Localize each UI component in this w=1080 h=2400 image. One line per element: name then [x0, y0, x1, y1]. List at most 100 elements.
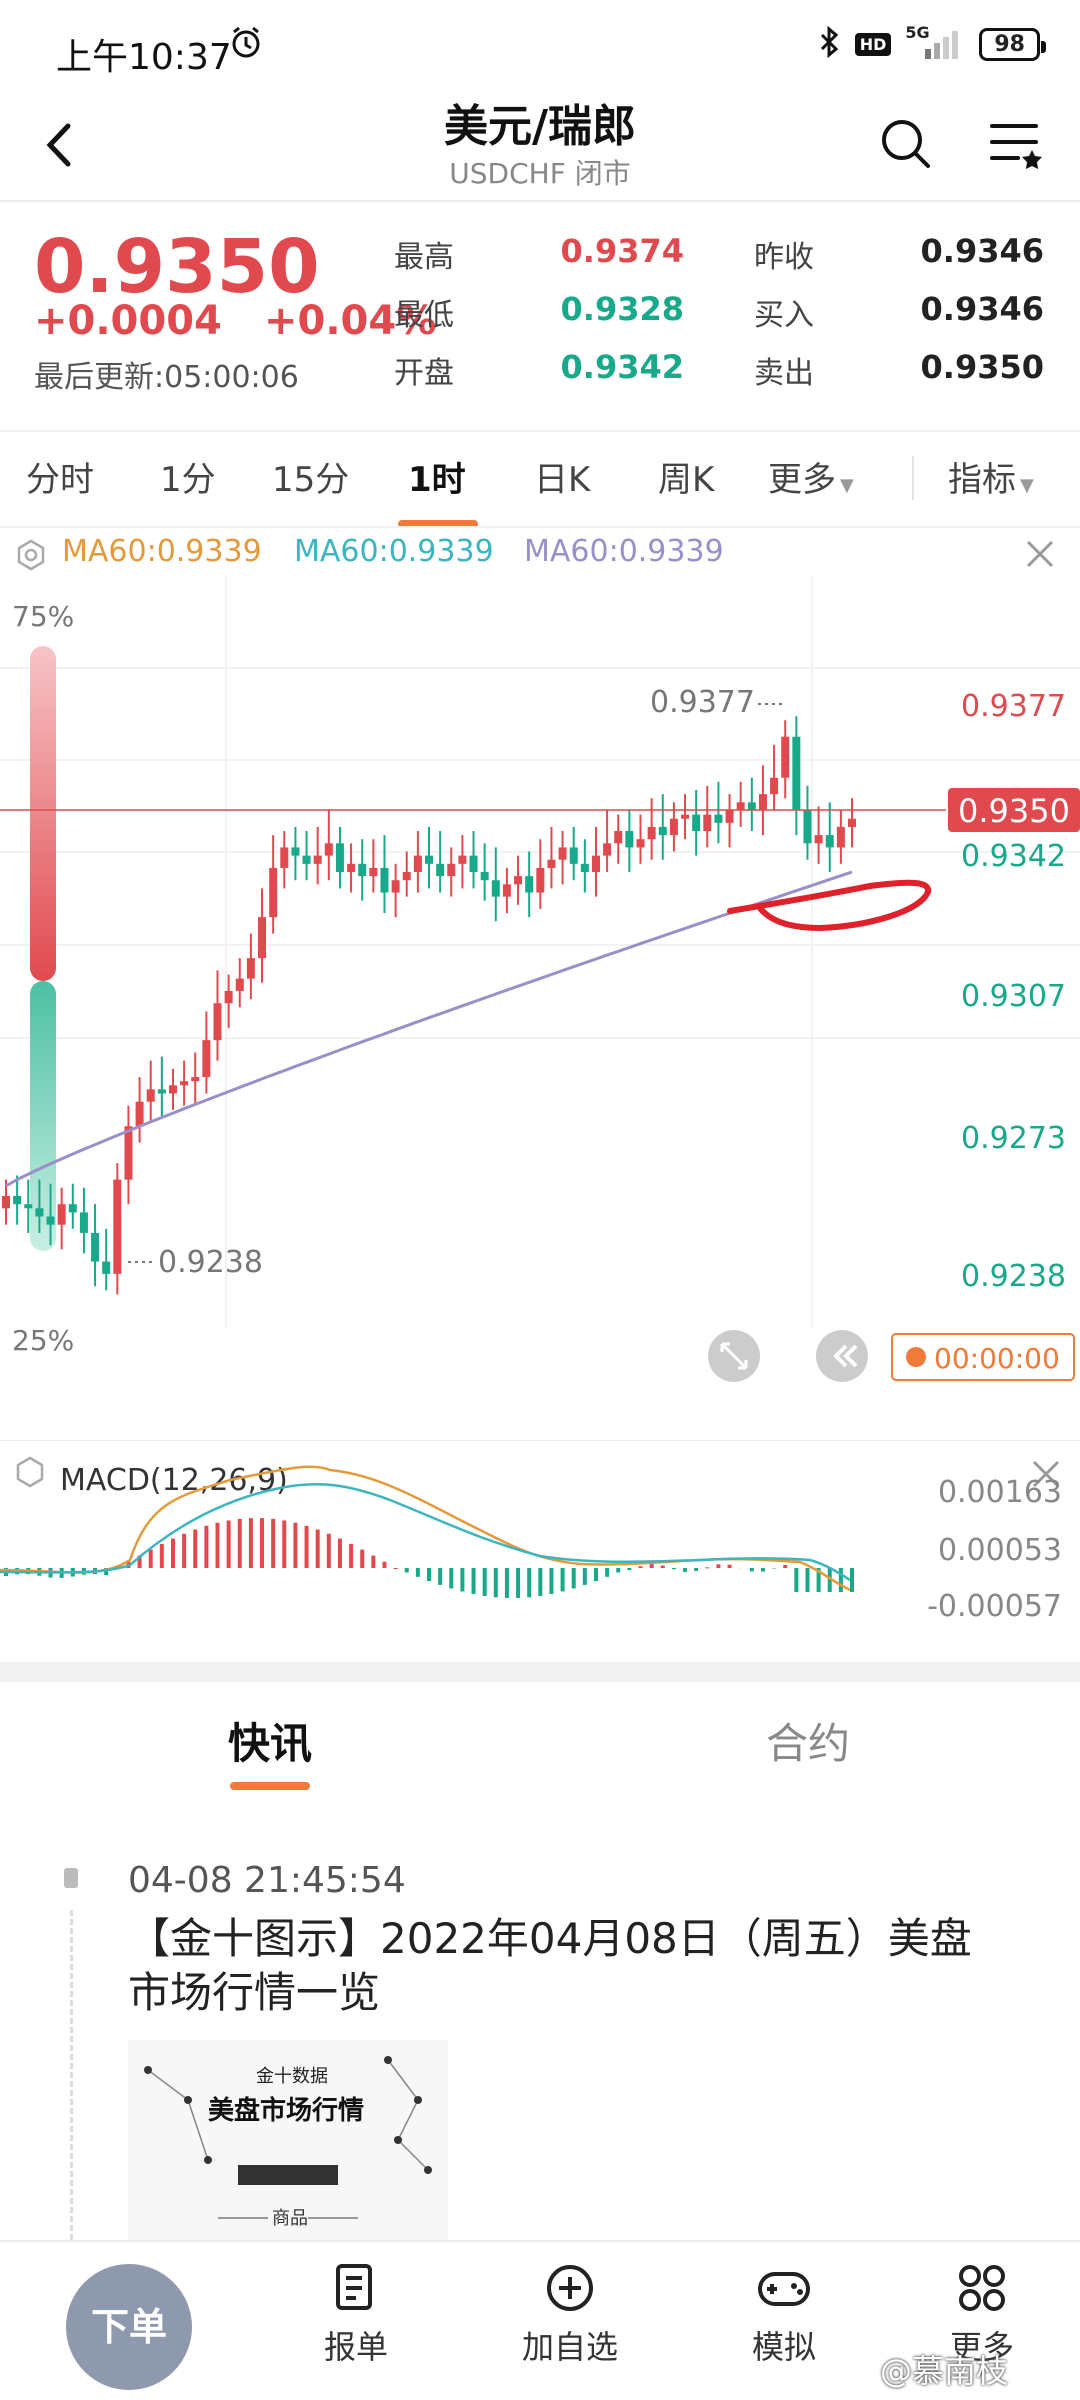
macd-bar	[727, 1564, 732, 1568]
macd-hex-icon[interactable]	[16, 1456, 44, 1488]
watchlist-menu-icon[interactable]	[988, 116, 1044, 176]
ma-legend: MA60:0.9339 MA60:0.9339 MA60:0.9339	[0, 526, 1080, 576]
tab-1hour[interactable]: 1时	[408, 452, 466, 501]
candle-body	[725, 810, 734, 823]
macd-bar	[649, 1564, 654, 1568]
macd-chart[interactable]: MACD(12,26,9) 0.00163 0.00053 -0.00057	[0, 1440, 1080, 1660]
tab-more-label: 更多	[768, 460, 836, 500]
macd-bar	[159, 1543, 164, 1568]
candle-body	[636, 839, 645, 848]
candle-body	[13, 1195, 22, 1205]
macd-bar	[783, 1564, 788, 1568]
tab-flash-news[interactable]: 快讯	[228, 1710, 312, 1771]
hand-drawn-annotation	[727, 879, 932, 932]
macd-bar	[605, 1568, 610, 1577]
candle-body	[347, 863, 356, 873]
candle-body	[324, 843, 333, 856]
macd-bar	[371, 1555, 376, 1568]
tab-more[interactable]: 更多 ▼	[768, 452, 854, 501]
macd-bar	[683, 1568, 688, 1572]
candle-body	[469, 855, 478, 873]
high-label: 最高	[394, 240, 454, 275]
chart-grid	[0, 576, 1080, 1328]
candle-body	[803, 810, 812, 844]
y-axis-label: 0.9342	[961, 839, 1066, 874]
search-icon[interactable]	[878, 116, 934, 176]
macd-bar	[638, 1566, 643, 1568]
ask-value: 0.9350	[920, 348, 1044, 386]
candle-body	[603, 843, 612, 856]
macd-bar	[382, 1561, 387, 1568]
candle-body	[547, 859, 556, 868]
macd-bar	[271, 1518, 276, 1568]
settings-hex-icon[interactable]	[14, 538, 48, 576]
candle-body	[258, 917, 267, 959]
candle-body	[280, 847, 289, 868]
candle-body	[792, 736, 801, 811]
macd-bar	[471, 1568, 476, 1594]
tab-1min[interactable]: 1分	[160, 452, 216, 501]
candle-body	[335, 843, 344, 873]
macd-dea-line	[0, 1483, 851, 1582]
tab-divider	[912, 456, 914, 500]
macd-bar	[805, 1568, 810, 1592]
candle-body	[703, 814, 712, 832]
candle-body	[57, 1204, 66, 1225]
candle-body	[836, 826, 845, 848]
candle-body	[213, 1003, 222, 1041]
macd-bar	[527, 1568, 532, 1598]
period-tabs: 分时 1分 15分 1时 日K 周K 更多 ▼ 指标 ▼	[0, 430, 1080, 528]
open-label: 开盘	[394, 356, 454, 391]
bluetooth-icon	[819, 25, 841, 62]
rewind-icon[interactable]	[816, 1330, 868, 1382]
candle-body	[658, 826, 667, 836]
macd-bar	[694, 1568, 699, 1571]
candle-body	[591, 855, 600, 873]
news-item[interactable]: 04-08 21:45:54 【金十图示】2022年04月08日（周五）美盘市场…	[0, 1840, 1080, 2240]
price-chart[interactable]: 75% 25% 0.9350 0.93770.93420.93070.92730…	[0, 576, 1080, 1394]
macd-bar	[215, 1522, 220, 1568]
candle-body	[202, 1040, 211, 1078]
ma-label-2: MA60:0.9339	[294, 534, 494, 569]
candle-body	[580, 863, 589, 873]
macd-bar	[349, 1543, 354, 1568]
nav-add-watchlist[interactable]: 加自选	[500, 2262, 640, 2368]
indicator-button[interactable]: 指标 ▼	[948, 452, 1034, 501]
candle-body	[681, 814, 690, 819]
macd-bar	[516, 1568, 521, 1598]
candle-body	[692, 814, 701, 832]
prev-close-label: 昨收	[754, 240, 814, 275]
depth-bottom-label: 25%	[12, 1324, 74, 1357]
close-icon[interactable]	[1024, 538, 1056, 574]
news-time: 04-08 21:45:54	[128, 1860, 406, 1901]
price-change: +0.0004	[34, 298, 222, 344]
macd-bar	[838, 1568, 843, 1592]
ask-label: 卖出	[754, 356, 814, 391]
candle-body	[235, 978, 244, 991]
macd-bar	[504, 1568, 509, 1598]
nav-simulate[interactable]: 模拟	[714, 2262, 854, 2368]
macd-label: MACD(12,26,9)	[60, 1463, 288, 1498]
order-button[interactable]: 下单	[66, 2264, 192, 2390]
tab-weekly[interactable]: 周K	[658, 452, 714, 501]
timeline-line	[70, 1910, 73, 2240]
candle-body	[35, 1208, 44, 1217]
last-update: 最后更新:05:00:06	[34, 360, 299, 395]
macd-bar	[482, 1568, 487, 1596]
news-tab-indicator	[230, 1782, 310, 1790]
macd-bar	[304, 1525, 309, 1568]
macd-bar	[549, 1568, 554, 1594]
document-icon	[336, 2264, 372, 2310]
news-thumbnail[interactable]: 金十数据 美盘市场行情 商品	[128, 2040, 448, 2240]
fullscreen-icon[interactable]	[708, 1330, 760, 1382]
candle-body	[79, 1212, 88, 1233]
min-price-label: 0.9238	[158, 1245, 263, 1280]
tab-time-share[interactable]: 分时	[26, 452, 94, 501]
candle-body	[391, 880, 400, 893]
tab-daily[interactable]: 日K	[534, 452, 590, 501]
macd-bar	[204, 1525, 209, 1568]
nav-orders[interactable]: 报单	[286, 2262, 426, 2368]
candle-body	[848, 818, 856, 827]
tab-15min[interactable]: 15分	[272, 452, 349, 501]
tab-contract[interactable]: 合约	[766, 1710, 850, 1771]
